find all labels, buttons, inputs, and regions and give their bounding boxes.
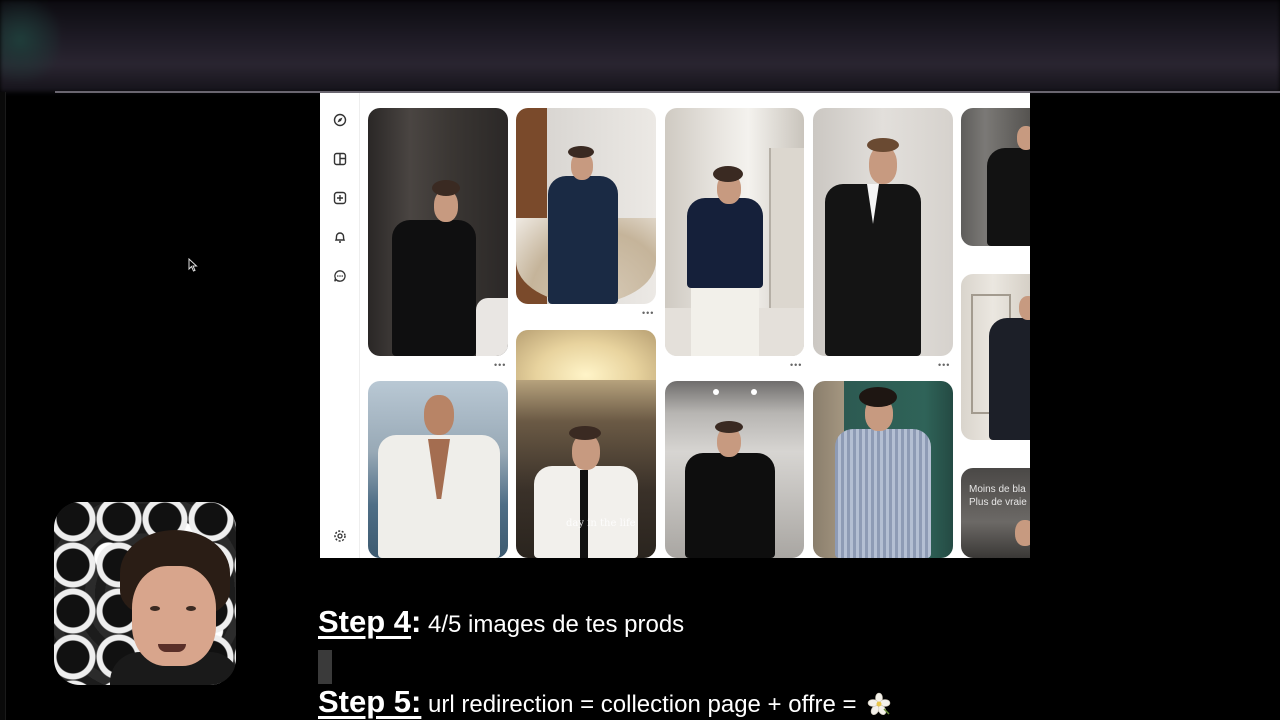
pin-image[interactable] — [368, 108, 508, 356]
pin-more-icon[interactable]: ••• — [494, 360, 506, 370]
pin-image[interactable] — [813, 381, 953, 558]
webcam-overlay — [54, 502, 236, 685]
step-4-line: Step 4: 4/5 images de tes prods — [318, 604, 684, 640]
pin-more-icon[interactable]: ••• — [790, 360, 802, 370]
pin-image[interactable]: Moins de bla Plus de vraie — [961, 468, 1030, 558]
step-5-text: url redirection = collection page + offr… — [421, 691, 857, 718]
pinterest-sidebar — [320, 93, 360, 558]
settings-gear-icon[interactable] — [332, 528, 348, 544]
mouse-cursor-icon — [188, 258, 198, 272]
bell-icon[interactable] — [332, 229, 348, 245]
left-edge — [0, 92, 6, 720]
pin-overlay-text: day in the life — [566, 518, 636, 529]
pin-overlay-text: Moins de bla — [969, 484, 1026, 495]
pin-image[interactable] — [368, 381, 508, 558]
pin-overlay-text: Plus de vraie — [969, 497, 1027, 508]
pinterest-window: ••• ••• day in the life ••• ••• Moins de… — [320, 93, 1030, 558]
chat-icon[interactable] — [332, 268, 348, 284]
blurred-top-bar — [0, 0, 1280, 92]
pin-image[interactable] — [813, 108, 953, 356]
step-5-line: Step 5: url redirection = collection pag… — [318, 684, 891, 720]
pin-image[interactable] — [665, 108, 804, 356]
presenter-eye — [150, 606, 160, 611]
text-cursor — [318, 650, 332, 684]
step-4-label: Step 4 — [318, 604, 412, 639]
corner-glow — [0, 0, 60, 90]
board-icon[interactable] — [332, 151, 348, 167]
step-5-label: Step 5: — [318, 684, 422, 719]
pin-image[interactable] — [961, 108, 1030, 246]
step-4-text: 4/5 images de tes prods — [421, 611, 685, 638]
pin-image[interactable] — [961, 274, 1030, 440]
pin-image[interactable] — [665, 381, 804, 558]
presenter-mouth — [158, 644, 186, 652]
flower-emoji-icon — [867, 692, 891, 715]
pin-more-icon[interactable]: ••• — [642, 308, 654, 318]
pin-more-icon[interactable]: ••• — [938, 360, 950, 370]
step-4-colon: : — [411, 604, 422, 639]
pin-image[interactable]: day in the life — [516, 330, 656, 558]
create-plus-icon[interactable] — [332, 190, 348, 206]
presenter-eye — [186, 606, 196, 611]
pin-image[interactable] — [516, 108, 656, 304]
compass-icon[interactable] — [332, 112, 348, 128]
